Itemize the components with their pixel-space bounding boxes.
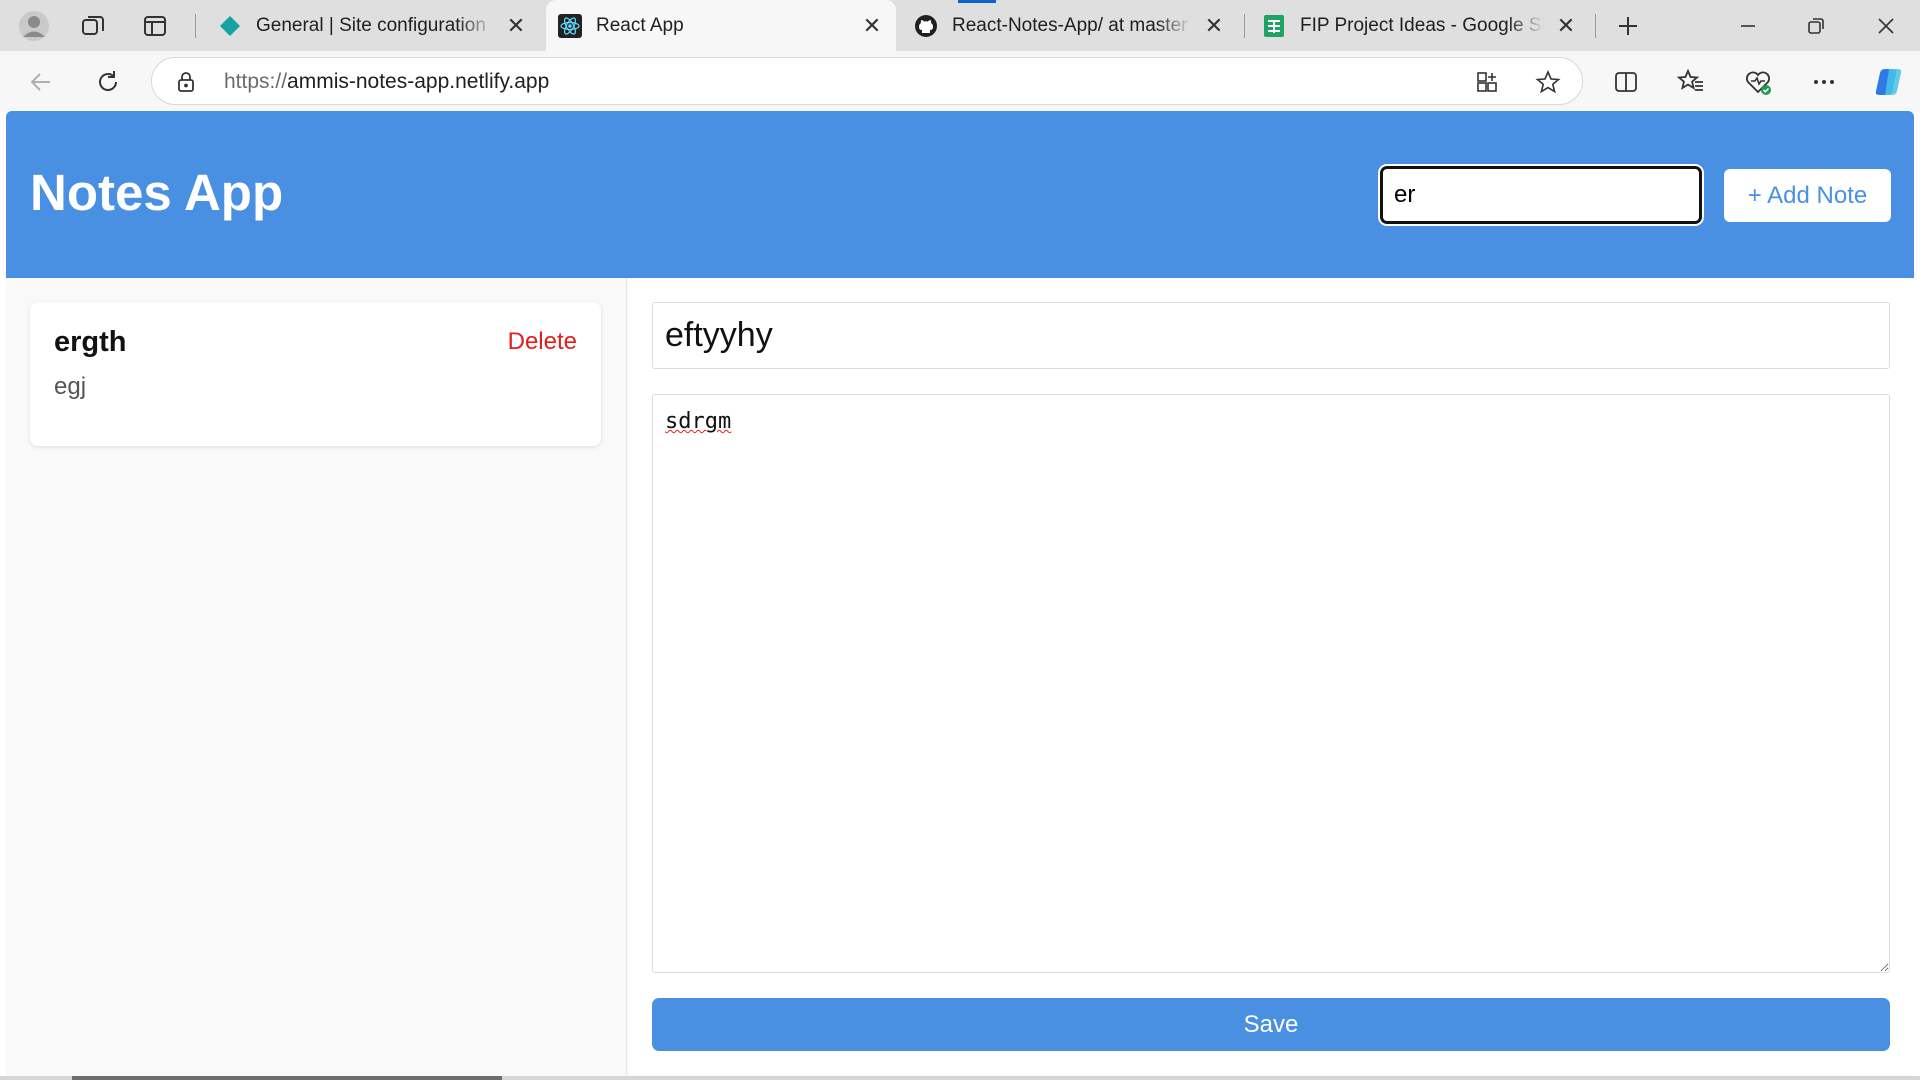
browser-tab-strip: General | Site configuration | ammis-not… [0,0,1920,51]
scrollbar-thumb[interactable] [72,1076,502,1080]
close-window-icon[interactable] [1870,10,1902,42]
restore-icon[interactable] [1800,10,1832,42]
minimize-icon[interactable] [1732,10,1764,42]
workspaces-icon[interactable] [78,11,108,41]
vertical-tabs-icon[interactable] [140,11,170,41]
browser-essentials-icon[interactable] [1741,65,1775,99]
note-title-input[interactable] [652,302,1890,369]
sheets-icon [1262,14,1286,38]
add-note-button[interactable]: + Add Note [1724,169,1891,222]
note-content-textarea[interactable]: sdrgm [652,394,1890,973]
address-bar[interactable]: https://ammis-notes-app.netlify.app [151,57,1583,105]
page-viewport: Notes App + Add Note ergth egj Delete sd… [6,111,1914,1080]
react-icon [558,13,582,38]
back-icon[interactable] [24,65,58,99]
note-title: ergth [54,326,127,358]
notes-sidebar: ergth egj Delete [6,278,627,1075]
note-editor: sdrgm Save [628,278,1914,1075]
tab-loading-indicator [958,0,996,3]
profile-icon[interactable] [16,8,52,44]
note-card[interactable]: ergth egj Delete [30,302,601,446]
favorite-star-icon[interactable] [1533,67,1563,97]
more-options-icon[interactable] [1807,65,1841,99]
tab-separator [1595,14,1596,38]
tab-separator [195,14,196,38]
tab-title: FIP Project Ideas - Google Sheets [1300,14,1544,36]
close-icon[interactable]: ✕ [1202,13,1226,38]
tab-title: General | Site configuration | ammis-not… [256,14,494,36]
search-input[interactable] [1378,164,1704,226]
close-icon[interactable]: ✕ [1554,13,1578,38]
tab-separator [1244,14,1245,38]
tab-github-repo[interactable]: React-Notes-App/ at master · Ammi ✕ [902,0,1238,51]
copilot-icon[interactable] [1868,62,1908,102]
app-title: Notes App [30,164,284,221]
close-icon[interactable]: ✕ [504,13,528,38]
tab-site-configuration[interactable]: General | Site configuration | ammis-not… [206,0,540,51]
split-screen-icon[interactable] [1609,65,1643,99]
save-button[interactable]: Save [652,998,1890,1051]
address-url: https://ammis-notes-app.netlify.app [224,70,550,93]
tab-title: React App [596,14,684,36]
lock-icon[interactable] [176,70,196,99]
delete-note-button[interactable]: Delete [508,328,577,356]
refresh-icon[interactable] [91,65,125,99]
favorites-icon[interactable] [1674,65,1708,99]
browser-toolbar: https://ammis-notes-app.netlify.app [0,51,1920,112]
netlify-icon [218,14,242,38]
tab-react-app[interactable]: React App ✕ [546,0,896,51]
app-available-icon[interactable] [1472,67,1502,97]
tab-title: React-Notes-App/ at master · Ammi [952,14,1192,36]
close-icon[interactable]: ✕ [860,13,884,38]
app-header: Notes App + Add Note [6,111,1914,278]
note-preview: egj [54,373,87,400]
new-tab-icon[interactable] [1612,10,1644,42]
tab-google-sheets[interactable]: FIP Project Ideas - Google Sheets ✕ [1250,0,1590,51]
github-icon [914,14,938,38]
